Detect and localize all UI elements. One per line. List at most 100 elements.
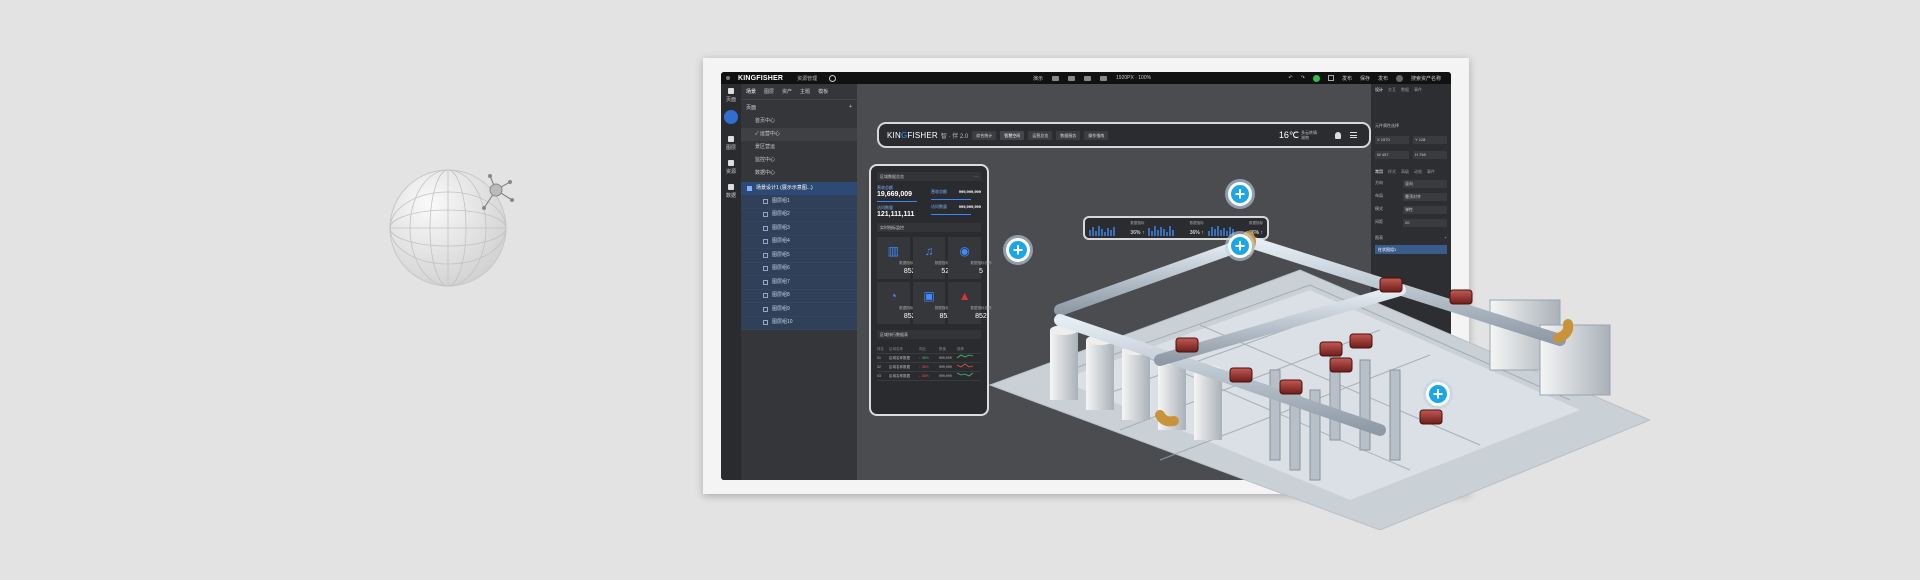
dashboard-nav-button[interactable]: 操作指南 (1084, 130, 1109, 140)
spacing-input[interactable]: 20 (1403, 219, 1447, 227)
position-row: X 1570 Y 128 (1375, 134, 1447, 144)
project-name[interactable]: 资源管理 (797, 75, 817, 82)
page-item[interactable]: 数据中心 (741, 167, 857, 180)
tab-common[interactable]: 常用 (1375, 169, 1383, 175)
page-item[interactable]: 首页中心 (741, 115, 857, 128)
publish-button[interactable]: 发布 (1342, 75, 1352, 82)
layer-item[interactable]: 图层组1 (741, 195, 857, 209)
layer-item[interactable]: 图层组3 (741, 222, 857, 236)
menu-icon[interactable] (1350, 132, 1357, 138)
x-field[interactable]: X 1570 (1375, 136, 1409, 144)
top-actions: ↶ ↷ 发布 保存 发布 搜索资产名称 (1289, 74, 1441, 82)
mobile-icon[interactable] (1084, 75, 1092, 81)
dashboard-header[interactable]: KINGFISHER 智 · 伴 2.0 综合统计 智慧空间 运营总览 数据服务… (877, 122, 1371, 148)
layer-item[interactable]: 图层组4 (741, 235, 857, 249)
hotspot-plus-button[interactable]: + (1228, 182, 1252, 206)
mode-select[interactable]: 弹性 (1403, 206, 1447, 214)
stat-divider (877, 201, 917, 202)
tab-style[interactable]: 样式 (1388, 169, 1396, 175)
tab-scene[interactable]: 场景 (746, 88, 756, 95)
selected-layer-group[interactable]: 场景设计1 (展示示意图...) (741, 182, 857, 195)
stats-block: 营收总额 19,669,009 访问数量 121,111,111 营收总额 999… (877, 185, 981, 218)
view-mode-label[interactable]: 演示 (1033, 75, 1043, 82)
status-ok-icon (1312, 74, 1320, 82)
left-rail: 页面 图层 资源 数据 (721, 84, 741, 480)
more-icon[interactable]: ··· (974, 174, 978, 179)
layer-item[interactable]: 图层组8 (741, 289, 857, 303)
props-subtabs: 常用 样式 高级 动效 事件 (1375, 169, 1447, 175)
dashboard-nav-button[interactable]: 综合统计 (972, 130, 997, 140)
hotspot-plus-button[interactable]: + (1006, 238, 1030, 262)
tab-data[interactable]: 数据 (1401, 87, 1409, 93)
h-field[interactable]: H 758 (1413, 151, 1447, 159)
direction-select[interactable]: 竖向 (1403, 180, 1447, 188)
share-icon[interactable] (1327, 75, 1334, 81)
stat-divider (931, 214, 971, 215)
tab-advanced[interactable]: 高级 (1401, 169, 1409, 175)
table-row[interactable]: 03 区域名称数据 ↓ 36% 999,999 (877, 372, 981, 381)
metric-tile[interactable]: ◉ 数据指标名称 5 (948, 237, 991, 279)
tab-event[interactable]: 事件 (1414, 87, 1422, 93)
page-item[interactable]: 景区营运 (741, 141, 857, 154)
tab-motion[interactable]: 动效 (1414, 169, 1422, 175)
layer-item[interactable]: 图层组2 (741, 208, 857, 222)
rail-item-asset[interactable]: 资源 (721, 160, 741, 175)
release-button[interactable]: 发布 (1378, 75, 1388, 82)
hotspot-plus-button[interactable]: + (1228, 234, 1252, 258)
metric-tile[interactable]: ▥ 数据指标名称 852 (877, 237, 920, 279)
tab-events[interactable]: 事件 (1427, 169, 1435, 175)
window-dot-icon (726, 76, 730, 80)
desktop-icon[interactable] (1052, 75, 1060, 81)
tab-design[interactable]: 设计 (1375, 87, 1383, 93)
rail-item-data[interactable]: 数据 (721, 184, 741, 199)
page-item[interactable]: 监控中心 (741, 154, 857, 167)
resolution-readout[interactable]: 1920PX · 100% (1116, 75, 1151, 81)
save-button[interactable]: 保存 (1360, 75, 1370, 82)
tab-assets[interactable]: 资产 (782, 88, 792, 95)
tab-layers[interactable]: 图层 (764, 88, 774, 95)
dashboard-nav-button[interactable]: 运营总览 (1028, 130, 1053, 140)
rail-item-layers[interactable]: 图层 (721, 136, 741, 151)
table-row[interactable]: 01 区域名称数据 ↑ 36% 999,999 (877, 354, 981, 363)
redo-icon[interactable]: ↷ (1301, 75, 1305, 81)
metric-tile[interactable]: ♫ 数据指标名称 52 (912, 237, 956, 279)
custom-size-icon[interactable] (1100, 75, 1108, 81)
rail-item-component[interactable] (721, 110, 741, 126)
layers-panel: 场景 图层 资产 主题 模板 页面 + 首页中心 ✓ 运营中心 景区营运 监控中… (741, 84, 857, 480)
metric-tile[interactable]: ▲ 数据指标名称 852 (948, 282, 991, 324)
hotspot-plus-button[interactable]: + (1426, 382, 1450, 406)
w-field[interactable]: W 457 (1375, 151, 1409, 159)
factory-3d-model[interactable]: + + + + (980, 182, 1652, 531)
mobile-dashboard-widget[interactable]: 区域数据总览 ··· 营收总额 19,669,009 访问数量 121,111,1… (869, 164, 991, 416)
undo-icon[interactable]: ↶ (1289, 75, 1293, 81)
metric-tile[interactable]: ▣ 数据指标名称 852 (912, 282, 956, 324)
tablet-icon[interactable] (1068, 75, 1076, 81)
temperature-readout: 16℃ (1278, 129, 1299, 140)
layer-item[interactable]: 图层组10 (741, 316, 857, 330)
tab-interaction[interactable]: 交互 (1388, 87, 1396, 93)
rail-item-page[interactable]: 页面 (721, 88, 741, 103)
prop-row: 布局 靠顶对齐 (1375, 193, 1447, 201)
preview-eye-icon[interactable] (829, 74, 837, 82)
tab-template[interactable]: 模板 (818, 88, 828, 95)
layer-item[interactable]: 图层组9 (741, 303, 857, 317)
layer-item[interactable]: 图层组5 (741, 249, 857, 263)
tab-theme[interactable]: 主题 (800, 88, 810, 95)
avatar[interactable] (1395, 74, 1403, 82)
layer-icon (763, 225, 768, 231)
add-page-icon[interactable]: + (849, 104, 852, 111)
dashboard-nav-button[interactable]: 数据服务 (1056, 130, 1081, 140)
layer-item[interactable]: 图层组7 (741, 276, 857, 290)
page-item[interactable]: ✓ 运营中心 (741, 128, 857, 141)
metric-tile[interactable]: ◔ 数据指标名称 852 (877, 282, 920, 324)
y-field[interactable]: Y 128 (1413, 136, 1447, 144)
stat-value: 19,669,009 (877, 191, 913, 198)
layer-icon (763, 212, 768, 218)
search-input[interactable]: 搜索资产名称 (1411, 75, 1441, 82)
dashboard-nav-button[interactable]: 智慧空间 (1000, 130, 1025, 140)
layer-item[interactable]: 图层组6 (741, 262, 857, 276)
bell-icon[interactable] (1335, 131, 1341, 139)
size-row: W 457 H 758 (1375, 149, 1447, 159)
table-row[interactable]: 02 区域名称数据 ↓ 36% 999,999 (877, 363, 981, 372)
layout-select[interactable]: 靠顶对齐 (1403, 193, 1447, 201)
